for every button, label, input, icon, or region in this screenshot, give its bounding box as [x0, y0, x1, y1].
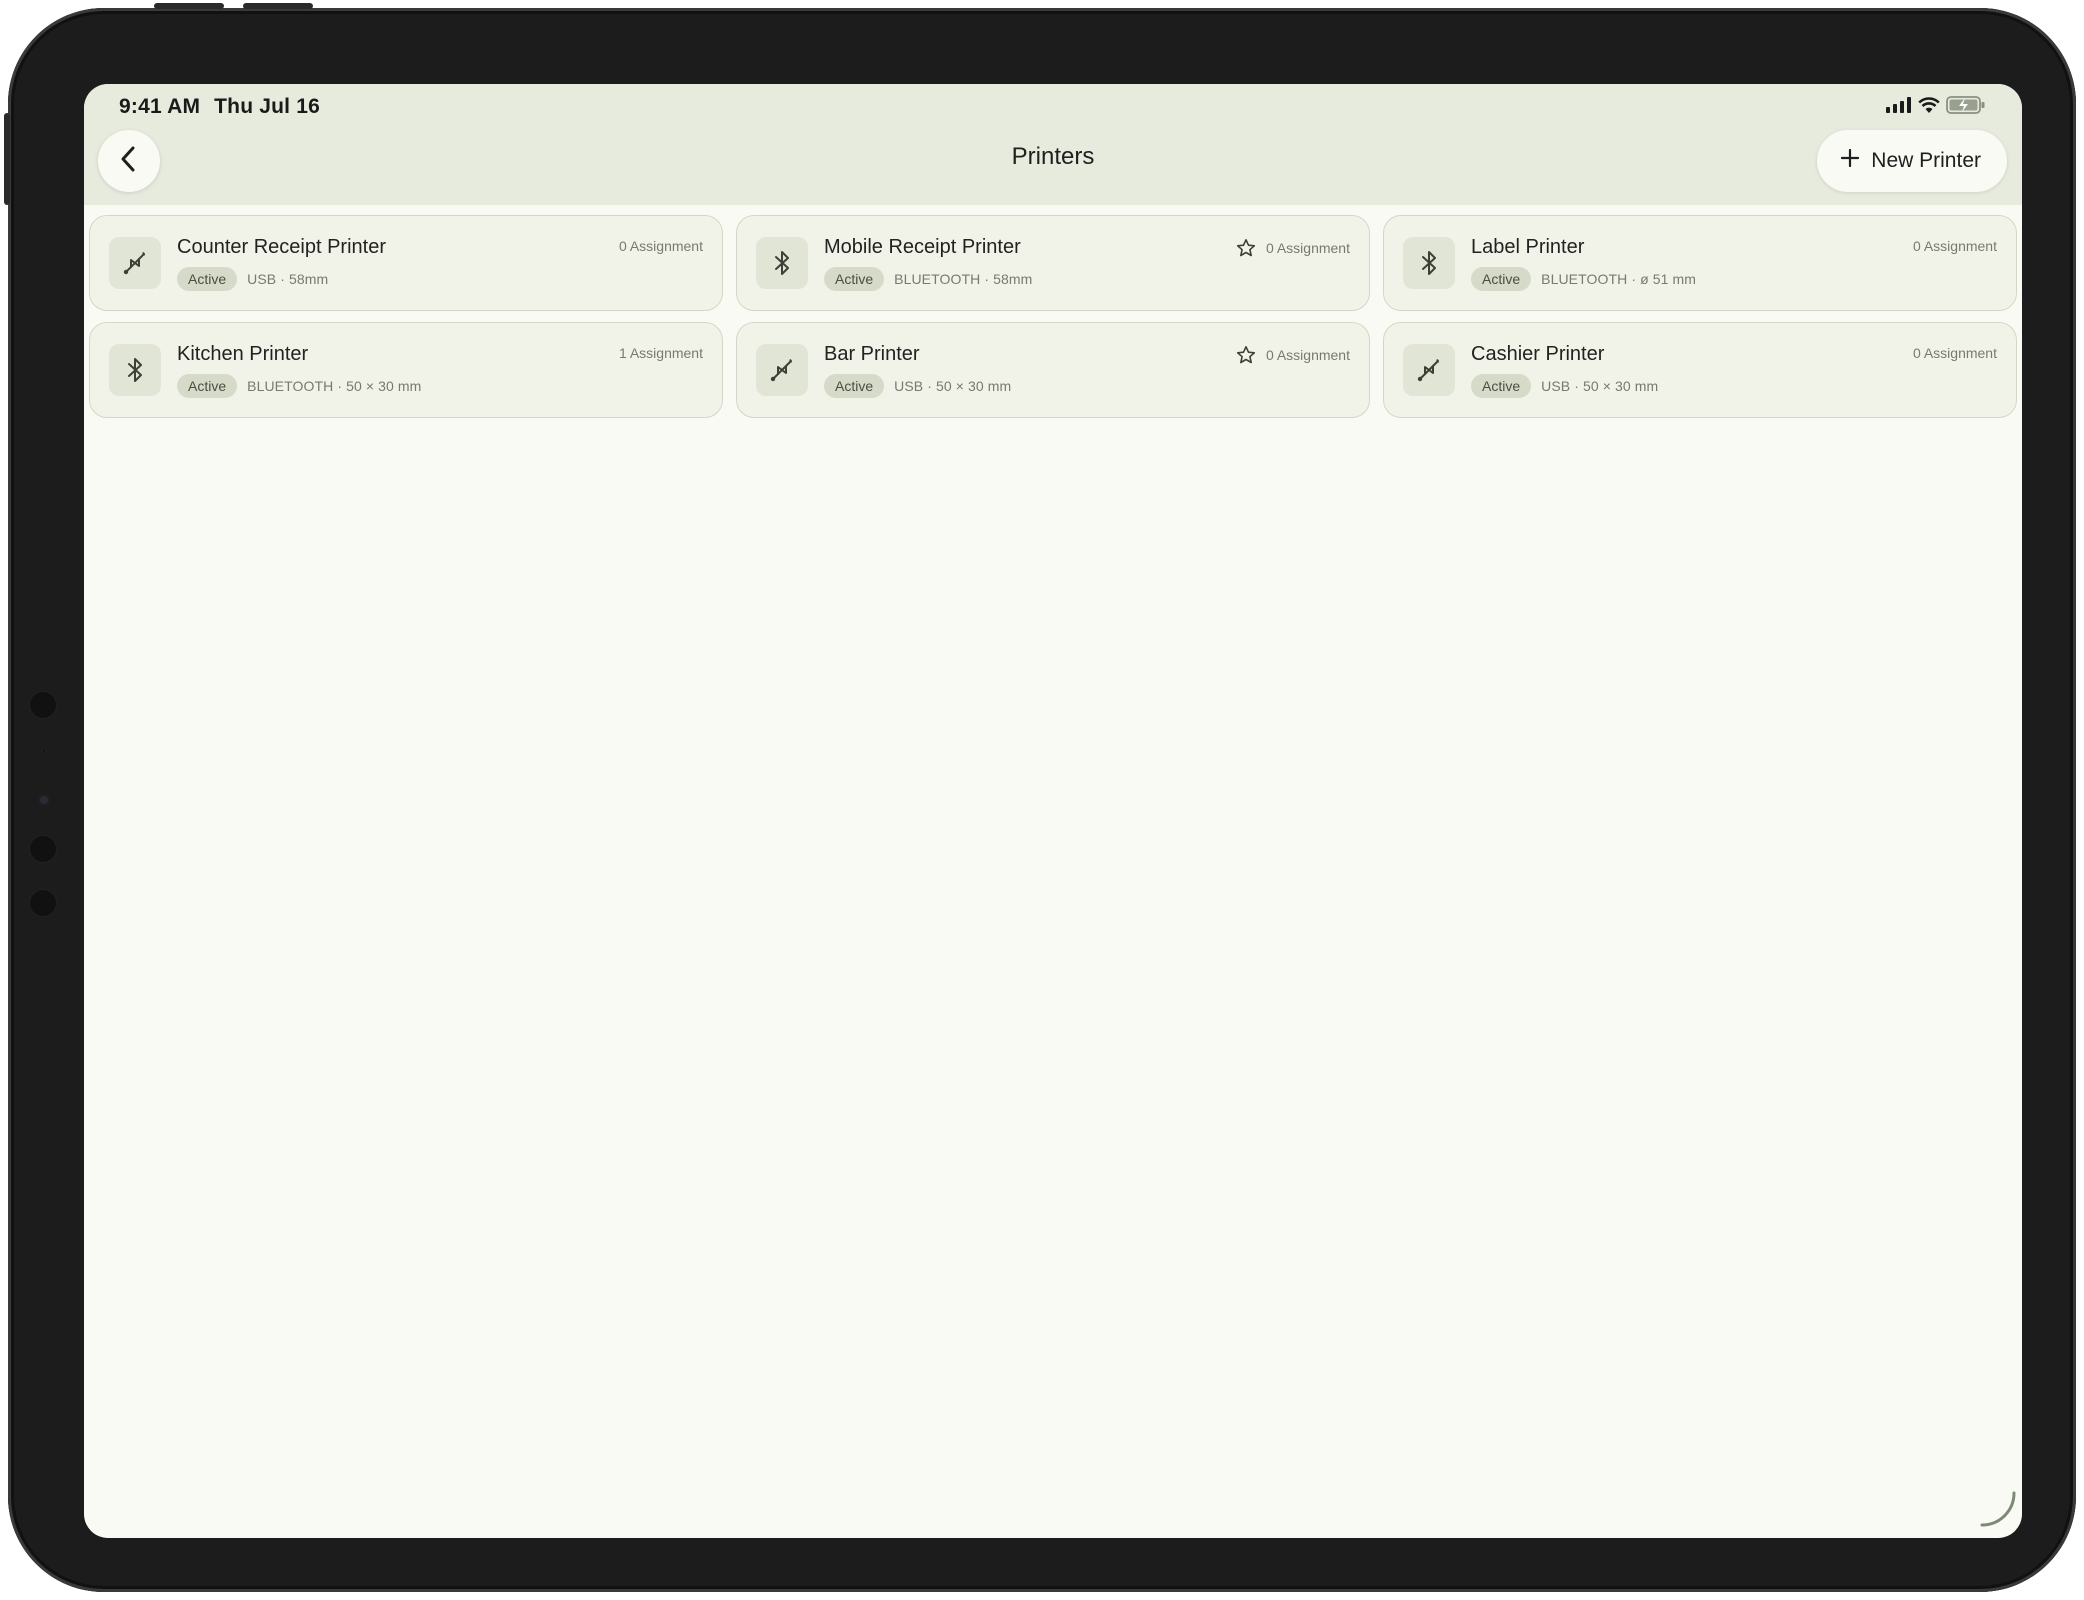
status-date: Thu Jul 16 — [214, 95, 321, 118]
status-badge: Active — [824, 267, 885, 291]
printer-spec: BLUETOOTH · 58mm — [894, 271, 1033, 287]
card-right: 1 Assignment — [619, 345, 703, 361]
status-clock: 9:41 AM — [119, 95, 201, 118]
usb-icon — [1403, 344, 1455, 396]
page-title: Printers — [1011, 143, 1095, 170]
bluetooth-icon — [109, 344, 161, 396]
status-time: 9:41 AM Thu Jul 16 — [119, 95, 334, 119]
printer-spec: BLUETOOTH · ø 51 mm — [1541, 271, 1697, 287]
sensor-dot — [28, 690, 58, 720]
printer-meta: Active BLUETOOTH · ø 51 mm — [1471, 267, 1696, 291]
assignment-count: 0 Assignment — [1265, 347, 1350, 363]
card-right: 0 Assignment — [619, 238, 703, 254]
assignment-count: 0 Assignment — [1265, 240, 1350, 256]
assignment-count: 1 Assignment — [618, 345, 703, 361]
printer-spec: USB · 50 × 30 mm — [894, 378, 1012, 394]
signal-icon — [1886, 97, 1912, 118]
screen: 9:41 AM Thu Jul 16 Printers New Printer … — [84, 84, 2022, 1538]
printer-name: Mobile Receipt Printer — [824, 236, 1021, 258]
printer-spec: USB · 58mm — [247, 271, 329, 287]
bluetooth-icon — [756, 237, 808, 289]
volume-button — [243, 3, 313, 9]
printer-meta: Active USB · 50 × 30 mm — [1471, 374, 1658, 398]
printer-meta: Active USB · 58mm — [177, 267, 328, 291]
card-right: 0 Assignment — [1913, 345, 1997, 361]
card-right: 0 Assignment — [1236, 238, 1350, 258]
status-icons — [1886, 96, 1986, 119]
sensor-dot — [41, 748, 47, 754]
status-badge: Active — [177, 374, 238, 398]
printer-card[interactable]: Label Printer Active BLUETOOTH · ø 51 mm… — [1383, 215, 2017, 311]
star-icon[interactable] — [1236, 238, 1256, 258]
sensor-dot — [28, 888, 58, 918]
usb-icon — [756, 344, 808, 396]
wifi-icon — [1918, 97, 1940, 118]
printer-card[interactable]: Bar Printer Active USB · 50 × 30 mm 0 As… — [736, 322, 1370, 418]
status-badge: Active — [1471, 374, 1532, 398]
printer-name: Cashier Printer — [1471, 343, 1605, 365]
printer-spec: USB · 50 × 30 mm — [1541, 378, 1659, 394]
top-bar: 9:41 AM Thu Jul 16 Printers New Printer — [84, 84, 2022, 205]
assignment-count: 0 Assignment — [1912, 238, 1997, 254]
printer-meta: Active BLUETOOTH · 58mm — [824, 267, 1032, 291]
card-right: 0 Assignment — [1913, 238, 1997, 254]
status-badge: Active — [177, 267, 238, 291]
plus-icon — [1841, 148, 1860, 173]
printer-name: Label Printer — [1471, 236, 1585, 258]
assignment-count: 0 Assignment — [618, 238, 703, 254]
tablet-frame: 9:41 AM Thu Jul 16 Printers New Printer … — [4, 3, 2076, 1592]
resize-handle-icon — [1978, 1489, 2018, 1534]
bluetooth-icon — [1403, 237, 1455, 289]
card-right: 0 Assignment — [1236, 345, 1350, 365]
printer-meta: Active USB · 50 × 30 mm — [824, 374, 1011, 398]
star-icon[interactable] — [1236, 345, 1256, 365]
volume-button — [154, 3, 224, 9]
printer-meta: Active BLUETOOTH · 50 × 30 mm — [177, 374, 421, 398]
printer-grid: Counter Receipt Printer Active USB · 58m… — [89, 215, 2017, 418]
printer-name: Counter Receipt Printer — [177, 236, 386, 258]
printer-card[interactable]: Cashier Printer Active USB · 50 × 30 mm … — [1383, 322, 2017, 418]
power-button — [4, 113, 10, 205]
printer-spec: BLUETOOTH · 50 × 30 mm — [247, 378, 422, 394]
printer-name: Kitchen Printer — [177, 343, 309, 365]
battery-charging-icon — [1946, 96, 1986, 119]
new-printer-button[interactable]: New Printer — [1817, 130, 2007, 192]
status-badge: Active — [824, 374, 885, 398]
printer-card[interactable]: Kitchen Printer Active BLUETOOTH · 50 × … — [89, 322, 723, 418]
sensor-dot — [28, 834, 58, 864]
assignment-count: 0 Assignment — [1912, 345, 1997, 361]
camera-lens — [38, 794, 50, 806]
printer-name: Bar Printer — [824, 343, 920, 365]
new-printer-label: New Printer — [1871, 149, 1981, 172]
status-badge: Active — [1471, 267, 1532, 291]
printer-card[interactable]: Mobile Receipt Printer Active BLUETOOTH … — [736, 215, 1370, 311]
usb-icon — [109, 237, 161, 289]
printer-card[interactable]: Counter Receipt Printer Active USB · 58m… — [89, 215, 723, 311]
